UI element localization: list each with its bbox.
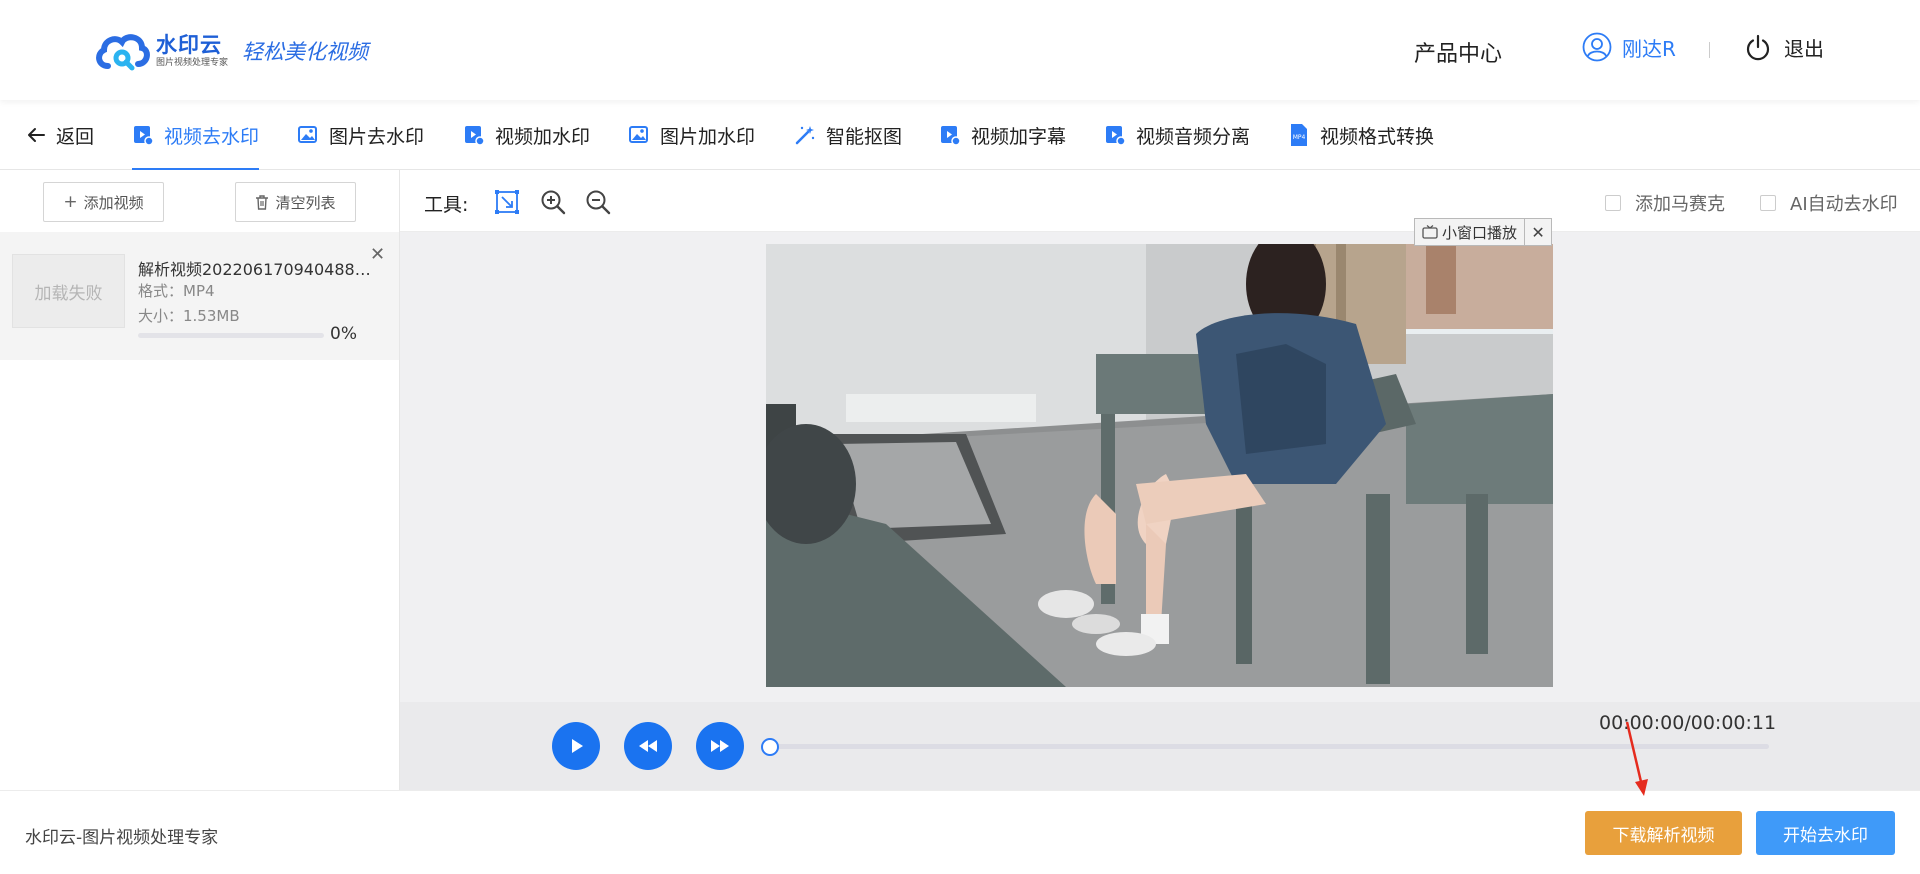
tab-image-add-watermark[interactable]: 图片加水印 bbox=[628, 100, 755, 170]
add-video-button[interactable]: + 添加视频 bbox=[43, 182, 164, 222]
rewind-icon bbox=[639, 740, 657, 752]
arrow-left-icon bbox=[28, 128, 45, 142]
power-icon bbox=[1746, 34, 1770, 60]
checkbox-box[interactable] bbox=[1605, 195, 1621, 211]
timeline-track[interactable] bbox=[769, 744, 1769, 749]
tab-smart-cutout[interactable]: 智能抠图 bbox=[794, 100, 902, 170]
tab-label: 智能抠图 bbox=[826, 125, 903, 148]
tab-label: 视频格式转换 bbox=[1320, 125, 1435, 148]
tool-tabs: 返回 视频去水印 图片去水印 视频加水印 图片加水印 智能抠图 视频加字幕 视频… bbox=[0, 100, 1920, 170]
username: 刚达R bbox=[1622, 36, 1676, 61]
image-icon bbox=[629, 126, 648, 143]
logout-button[interactable]: 退出 bbox=[1744, 33, 1824, 62]
player-controls: 00:00:00/00:00:11 bbox=[400, 702, 1920, 790]
mosaic-checkbox[interactable]: 添加马赛克 bbox=[1605, 190, 1725, 216]
cloud-logo-icon bbox=[96, 34, 150, 71]
thumbnail-failed-text: 加载失败 bbox=[34, 283, 103, 304]
tab-image-remove-watermark[interactable]: 图片去水印 bbox=[297, 100, 424, 170]
logout-label: 退出 bbox=[1784, 37, 1824, 61]
tab-label: 视频音频分离 bbox=[1136, 125, 1251, 148]
mini-window-play[interactable]: 小窗口播放 ✕ bbox=[1414, 218, 1553, 246]
clear-list-button[interactable]: 清空列表 bbox=[235, 182, 356, 222]
timeline-knob[interactable] bbox=[761, 738, 779, 756]
file-list-sidebar: + 添加视频 清空列表 加载失败 解析视频20220617094048863..… bbox=[0, 170, 400, 790]
play-icon bbox=[572, 739, 583, 753]
tv-icon bbox=[1422, 225, 1438, 239]
video-icon bbox=[465, 126, 485, 146]
select-area-icon[interactable] bbox=[494, 189, 520, 215]
plus-icon: + bbox=[63, 192, 78, 212]
video-frame[interactable] bbox=[766, 244, 1553, 687]
back-label: 返回 bbox=[56, 125, 95, 148]
editor-toolbar: 工具: 添加马赛克 AI自动去水印 bbox=[400, 170, 1920, 232]
product-center-link[interactable]: 产品中心 bbox=[1414, 36, 1502, 68]
video-thumbnail: 加载失败 bbox=[12, 254, 125, 328]
fast-forward-icon bbox=[711, 740, 729, 752]
logo-slogan: 轻松美化视频 bbox=[242, 40, 369, 64]
zoom-out-icon[interactable] bbox=[585, 189, 611, 215]
tab-video-add-subtitles[interactable]: 视频加字幕 bbox=[939, 100, 1066, 170]
video-frame-image bbox=[766, 244, 1553, 687]
tab-label: 视频加字幕 bbox=[971, 125, 1067, 148]
svg-text:MP4: MP4 bbox=[1293, 134, 1306, 141]
trash-icon bbox=[256, 194, 269, 210]
file-size: 大小：1.53MB bbox=[138, 307, 240, 325]
file-progress-bar bbox=[138, 333, 324, 338]
tab-label: 图片去水印 bbox=[329, 125, 425, 148]
user-menu[interactable]: 刚达R bbox=[1582, 32, 1676, 62]
logo[interactable]: 水印云 图片视频处理专家 轻松美化视频 bbox=[94, 28, 368, 74]
image-icon bbox=[298, 126, 317, 143]
start-remove-watermark-button[interactable]: 开始去水印 bbox=[1756, 811, 1895, 855]
logo-subtitle: 图片视频处理专家 bbox=[156, 58, 229, 68]
fast-forward-button[interactable] bbox=[696, 722, 744, 770]
video-icon bbox=[1106, 126, 1126, 146]
mp4-file-icon: MP4 bbox=[1291, 124, 1307, 146]
start-button-label: 开始去水印 bbox=[1783, 825, 1868, 846]
mini-window-label: 小窗口播放 bbox=[1442, 223, 1518, 242]
tab-video-remove-watermark[interactable]: 视频去水印 bbox=[132, 100, 260, 170]
zoom-in-icon[interactable] bbox=[540, 189, 566, 215]
remove-file-icon[interactable]: ✕ bbox=[370, 244, 385, 265]
user-icon bbox=[1582, 32, 1612, 62]
video-icon bbox=[134, 126, 154, 146]
tab-label: 视频去水印 bbox=[164, 125, 260, 148]
header-divider bbox=[1709, 42, 1710, 58]
tab-label: 视频加水印 bbox=[495, 125, 591, 148]
annotation-arrow-icon bbox=[1625, 721, 1648, 796]
close-icon[interactable]: ✕ bbox=[1525, 219, 1551, 245]
file-format: 格式：MP4 bbox=[138, 282, 215, 300]
tab-video-format-convert[interactable]: MP4 视频格式转换 bbox=[1288, 100, 1434, 170]
footer-bar: 水印云-图片视频处理专家 下载解析视频 开始去水印 bbox=[0, 790, 1920, 874]
add-video-label: 添加视频 bbox=[83, 193, 144, 212]
mosaic-label: 添加马赛克 bbox=[1635, 194, 1725, 215]
tab-video-add-watermark[interactable]: 视频加水印 bbox=[463, 100, 590, 170]
file-name: 解析视频20220617094048863... bbox=[138, 260, 378, 279]
tab-video-audio-split[interactable]: 视频音频分离 bbox=[1104, 100, 1250, 170]
tools-label: 工具: bbox=[424, 194, 469, 216]
ai-remove-checkbox[interactable]: AI自动去水印 bbox=[1760, 190, 1898, 216]
list-item[interactable]: 加载失败 解析视频20220617094048863... 格式：MP4 大小：… bbox=[0, 232, 399, 360]
clear-list-label: 清空列表 bbox=[275, 193, 336, 212]
mini-window-play-button[interactable]: 小窗口播放 bbox=[1415, 219, 1526, 245]
file-progress-text: 0% bbox=[330, 324, 357, 344]
footer-brand-text: 水印云-图片视频处理专家 bbox=[25, 828, 219, 848]
play-button[interactable] bbox=[552, 722, 600, 770]
top-header: 水印云 图片视频处理专家 轻松美化视频 产品中心 刚达R 退出 bbox=[0, 0, 1920, 100]
magic-wand-icon bbox=[795, 126, 815, 145]
video-preview-area: 小窗口播放 ✕ bbox=[400, 218, 1920, 702]
ai-remove-label: AI自动去水印 bbox=[1790, 194, 1898, 215]
logo-name: 水印云 bbox=[156, 33, 222, 57]
tab-label: 图片加水印 bbox=[660, 125, 756, 148]
checkbox-box[interactable] bbox=[1760, 195, 1776, 211]
download-button-label: 下载解析视频 bbox=[1612, 825, 1715, 846]
rewind-button[interactable] bbox=[624, 722, 672, 770]
download-parsed-video-button[interactable]: 下载解析视频 bbox=[1585, 811, 1742, 855]
video-icon bbox=[941, 126, 961, 146]
back-button[interactable]: 返回 bbox=[26, 100, 94, 170]
